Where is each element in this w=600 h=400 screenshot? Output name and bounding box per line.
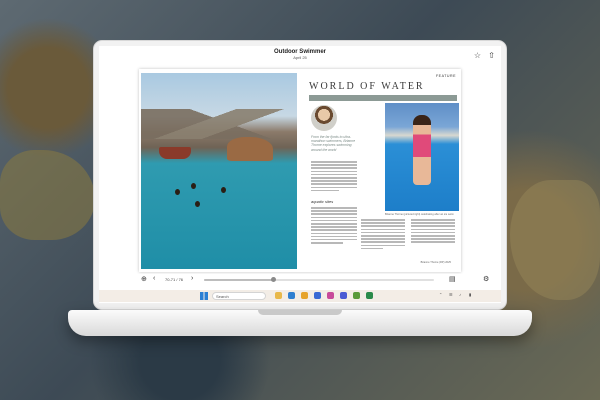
- media-icon[interactable]: [366, 292, 373, 299]
- headline-rule: [309, 95, 457, 101]
- rock-island: [227, 137, 273, 161]
- progress-thumb[interactable]: [270, 277, 276, 282]
- settings-icon[interactable]: ⚙: [483, 275, 489, 283]
- file-explorer-icon[interactable]: [275, 292, 282, 299]
- progress-fill: [204, 279, 273, 281]
- bookmark-icon[interactable]: ☆: [474, 51, 481, 60]
- photo-caption: Brianne Thorne (pictured right) celebrat…: [385, 213, 454, 216]
- swimmer-figure: [413, 115, 431, 185]
- thumbnails-icon[interactable]: ▤: [449, 275, 456, 283]
- photo-credit: Brianne Thorne (RP) 2025: [420, 261, 451, 264]
- taskbar-search-box[interactable]: Search: [212, 292, 266, 300]
- chrome-icon[interactable]: [301, 292, 308, 299]
- sea-swimmers-photo: [141, 73, 297, 269]
- page-indicator: 70-71 / 76: [165, 277, 184, 282]
- reader-toolbar: ⊕ ‹ 70-71 / 76 › ▤ ⚙: [99, 274, 501, 286]
- display: Outdoor Swimmer April 25 ☆ ⇧ FEATURE WOR…: [99, 46, 501, 303]
- zoom-icon[interactable]: ⊕: [141, 275, 147, 283]
- volume-icon[interactable]: ♪: [459, 292, 461, 297]
- left-page: [139, 69, 299, 272]
- page-progress-slider[interactable]: [204, 277, 434, 282]
- previous-page-button[interactable]: ‹: [153, 275, 155, 282]
- author-avatar: [311, 105, 337, 131]
- swimmer: [195, 201, 200, 207]
- mountains: [141, 109, 297, 139]
- body-text-column: [311, 161, 357, 193]
- issue-date: April 25: [293, 55, 307, 60]
- teams-icon[interactable]: [340, 292, 347, 299]
- windows-start-icon[interactable]: [200, 292, 208, 300]
- laptop-screen: Outdoor Swimmer April 25 ☆ ⇧ FEATURE WOR…: [93, 40, 507, 310]
- store-icon[interactable]: [314, 292, 321, 299]
- wifi-icon[interactable]: ☰: [449, 292, 453, 297]
- photos-icon[interactable]: [327, 292, 334, 299]
- edge-icon[interactable]: [288, 292, 295, 299]
- headline: WORLD OF WATER: [309, 81, 425, 92]
- magazine-spread: FEATURE WORLD OF WATER From the far fjor…: [139, 69, 461, 272]
- taskbar: Search ⌃ ☰ ♪ ▮: [99, 290, 501, 302]
- boat: [159, 147, 191, 159]
- laptop-base: [68, 310, 532, 336]
- swimmer: [191, 183, 196, 189]
- body-text-column: [361, 219, 405, 251]
- laptop-notch: [258, 310, 342, 315]
- right-page: FEATURE WORLD OF WATER From the far fjor…: [301, 69, 461, 272]
- subheading: aquatic sites: [311, 199, 334, 204]
- app-header: Outdoor Swimmer April 25 ☆ ⇧: [99, 46, 501, 66]
- swimmer: [221, 187, 226, 193]
- section-label: FEATURE: [435, 74, 456, 78]
- next-page-button[interactable]: ›: [191, 275, 193, 282]
- share-icon[interactable]: ⇧: [488, 51, 495, 60]
- body-text-column: [411, 219, 455, 245]
- body-text-column: [311, 207, 357, 245]
- swimmer: [175, 189, 180, 195]
- battery-icon[interactable]: ▮: [469, 292, 471, 297]
- chevron-up-icon[interactable]: ⌃: [439, 292, 442, 297]
- pool-swimmer-photo: [385, 103, 459, 211]
- settings-icon[interactable]: [353, 292, 360, 299]
- pull-quote: From the far fjords to ultra-marathon sw…: [311, 135, 356, 152]
